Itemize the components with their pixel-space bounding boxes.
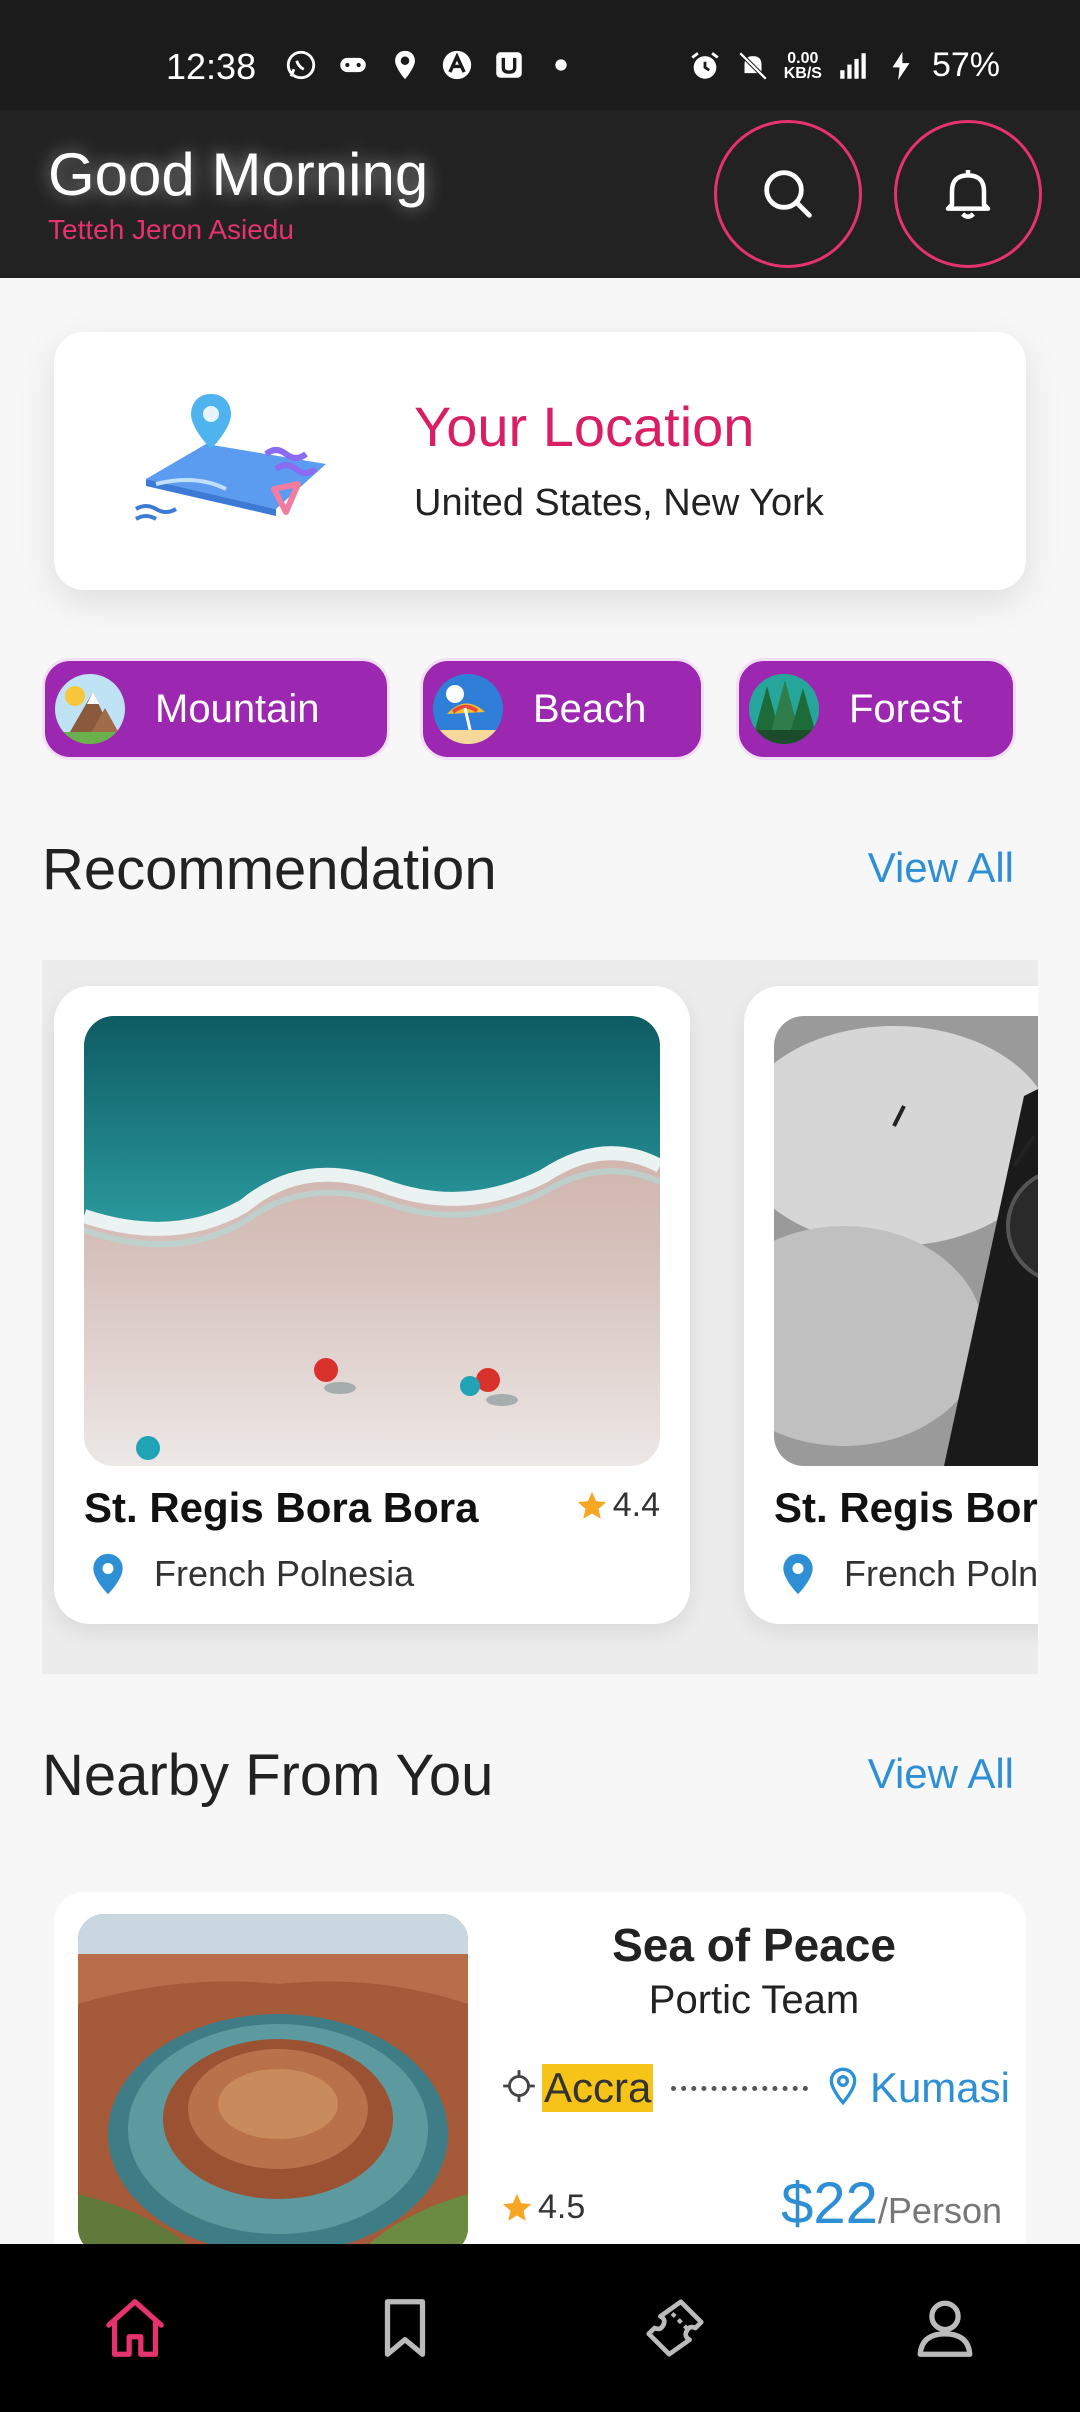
route-divider	[671, 2085, 808, 2091]
nearby-view-all-link[interactable]: View All	[868, 1750, 1014, 1798]
trip-name: Sea of Peace	[612, 1919, 896, 1971]
app-u-icon	[492, 48, 526, 82]
battery-percent: 57%	[931, 46, 1000, 84]
star-icon	[577, 1491, 606, 1519]
search-icon	[764, 170, 812, 218]
rating-value: 4.5	[538, 2188, 586, 2226]
nearby-card[interactable]: Sea of Peace Portic Team Accra Kumasi 4.…	[54, 1892, 1026, 2272]
app-header: Good Morning Tetteh Jeron Asiedu	[0, 110, 1080, 278]
nearby-title: Nearby From You	[42, 1743, 494, 1808]
nav-home[interactable]	[75, 2268, 195, 2388]
ticket-icon	[646, 2299, 704, 2357]
nav-bookmarks[interactable]	[345, 2268, 465, 2388]
place-name: St. Regis Bora Bora	[774, 1484, 1038, 1531]
location-value: United States, New York	[414, 482, 824, 524]
route-from: Accra	[542, 2064, 654, 2112]
crosshair-icon	[500, 2067, 538, 2109]
rating-value: 4.4	[612, 1486, 660, 1524]
location-card[interactable]: Your Location United States, New York	[54, 332, 1026, 590]
bell-icon	[945, 170, 991, 219]
nav-tickets[interactable]	[615, 2268, 735, 2388]
place-location: French Polnesia	[778, 1552, 1038, 1596]
location-pin-icon	[93, 1553, 123, 1595]
signal-icon	[836, 49, 870, 83]
whatsapp-icon	[284, 48, 318, 82]
forest-icon	[749, 674, 819, 744]
category-beach[interactable]: Beach	[420, 658, 704, 760]
location-text: French Polnesia	[154, 1553, 415, 1594]
status-time: 12:38	[166, 46, 257, 87]
bookmark-icon	[384, 2299, 426, 2357]
location-text: French Polnesia	[844, 1553, 1038, 1594]
home-screen: 12:38 0.00 KB/S 57% Good Morning Tetteh …	[0, 0, 1080, 2412]
category-label: Forest	[849, 686, 963, 731]
trip-team: Portic Team	[648, 1978, 860, 2022]
star-icon	[502, 2193, 532, 2221]
game-controller-icon	[336, 48, 370, 82]
location-pin-icon	[783, 1553, 813, 1595]
recommendation-card[interactable]: St. Regis Bora Bora 4.4 French Polnesia	[54, 986, 690, 1624]
category-label: Beach	[533, 686, 647, 731]
profile-icon	[917, 2300, 973, 2357]
mute-icon	[736, 49, 770, 83]
greeting-title: Good Morning	[48, 141, 429, 208]
trip-price: $22/Person	[781, 2170, 1002, 2237]
location-title: Your Location	[414, 395, 755, 458]
category-mountain[interactable]: Mountain	[42, 658, 390, 760]
status-bar: 12:38 0.00 KB/S 57%	[0, 0, 1080, 110]
recommendation-card[interactable]: St. Regis Bora Bora French Polnesia	[744, 986, 1038, 1624]
trip-route: Accra Kumasi	[500, 2060, 1010, 2116]
price-amount: $22	[781, 2171, 878, 2236]
price-unit: /Person	[877, 2190, 1002, 2231]
place-location: French Polnesia	[88, 1552, 414, 1596]
location-outline-icon	[826, 2066, 860, 2110]
notification-icons	[284, 48, 578, 82]
battery-charging-icon	[884, 49, 918, 83]
bottom-navigation	[0, 2244, 1080, 2412]
network-speed: 0.00 KB/S	[783, 49, 822, 82]
cathedral-image	[774, 1016, 1038, 1466]
place-rating: 4.4	[575, 1486, 660, 1525]
search-button[interactable]	[714, 120, 862, 268]
alarm-icon	[688, 49, 722, 83]
recommendation-view-all-link[interactable]: View All	[868, 844, 1014, 892]
location-pin-icon	[388, 48, 422, 82]
app-a-icon	[440, 48, 474, 82]
recommendation-title: Recommendation	[42, 837, 497, 902]
route-to: Kumasi	[869, 2064, 1010, 2111]
notifications-button[interactable]	[894, 120, 1042, 268]
home-icon	[106, 2299, 164, 2357]
map-pin-illustration	[126, 384, 346, 534]
trip-rating: 4.5	[500, 2188, 585, 2227]
place-name: St. Regis Bora Bora	[84, 1484, 479, 1531]
beach-aerial-image	[84, 1016, 660, 1466]
beach-icon	[433, 674, 503, 744]
nav-profile[interactable]	[885, 2268, 1005, 2388]
mountain-icon	[55, 674, 125, 744]
user-name: Tetteh Jeron Asiedu	[48, 214, 294, 245]
system-icons: 0.00 KB/S 57%	[688, 46, 1000, 85]
canyon-river-image	[78, 1914, 468, 2254]
category-label: Mountain	[155, 686, 320, 731]
recommendation-carousel[interactable]: St. Regis Bora Bora 4.4 French Polnesia	[42, 960, 1038, 1674]
dot-icon	[544, 48, 578, 82]
category-forest[interactable]: Forest	[736, 658, 1016, 760]
